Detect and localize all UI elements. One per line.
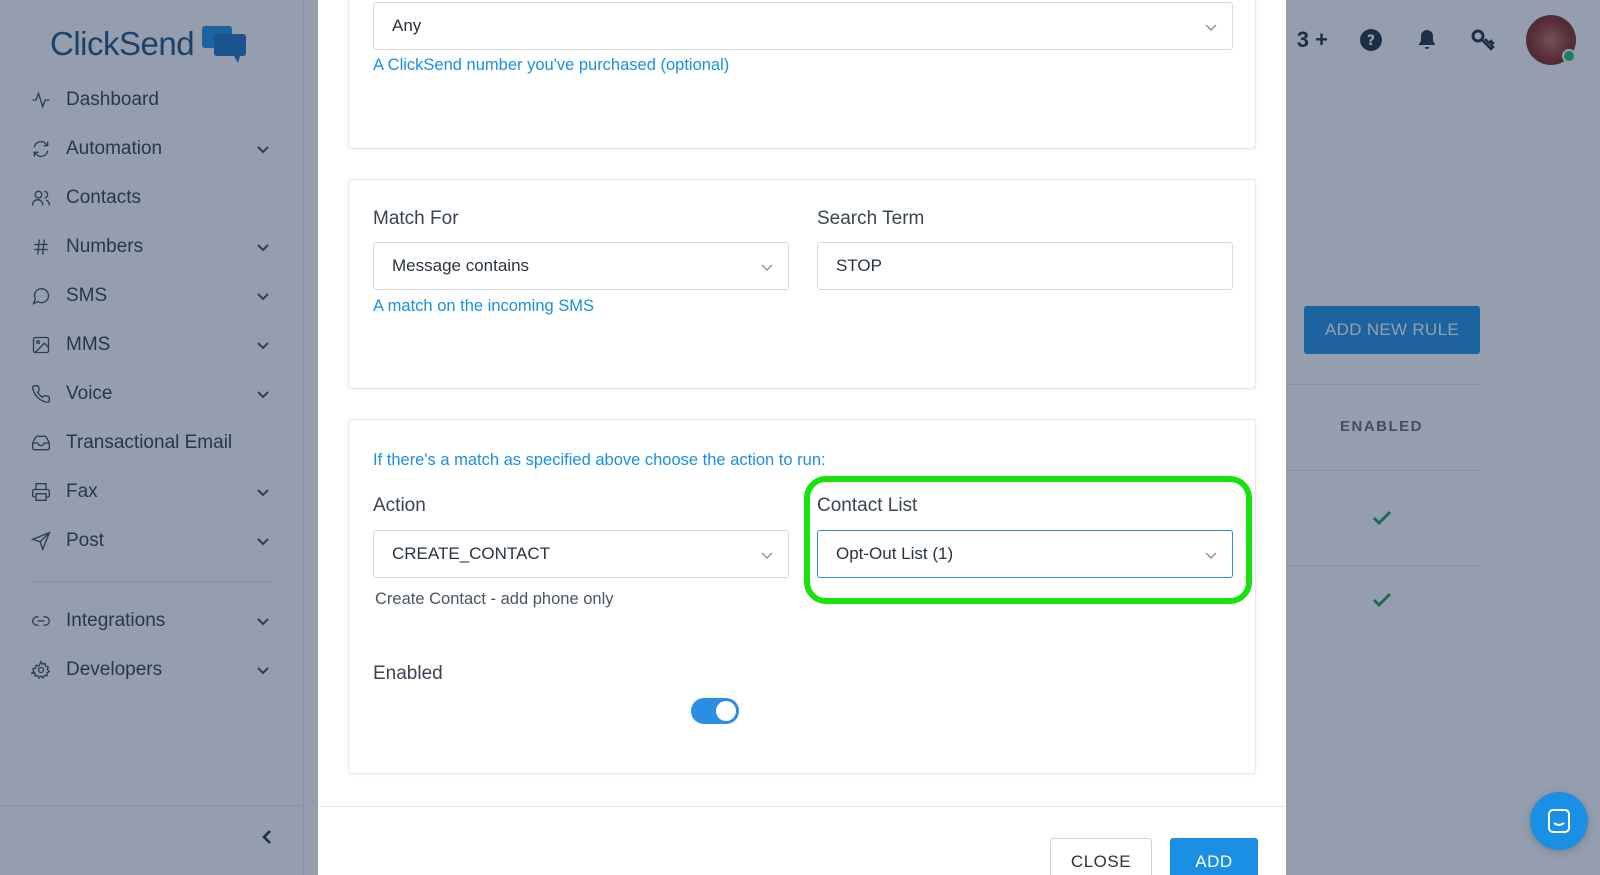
- match-for-label: Match For: [373, 208, 459, 229]
- dedicated-number-value: Any: [392, 16, 422, 35]
- modal-footer-divider: [318, 806, 1286, 807]
- chat-icon: [1548, 809, 1570, 833]
- close-button[interactable]: CLOSE: [1050, 838, 1152, 875]
- match-for-hint: A match on the incoming SMS: [373, 297, 595, 315]
- search-term-input[interactable]: STOP: [817, 242, 1233, 290]
- chevron-down-icon: [1204, 19, 1218, 33]
- chevron-down-icon: [760, 259, 774, 273]
- dedicated-number-select[interactable]: Any: [373, 2, 1233, 50]
- search-term-value: STOP: [836, 256, 882, 275]
- enabled-toggle[interactable]: [691, 698, 739, 724]
- chat-launcher-button[interactable]: [1530, 792, 1588, 850]
- match-for-select[interactable]: Message contains: [373, 242, 789, 290]
- enabled-label: Enabled: [373, 663, 443, 684]
- action-intro: If there's a match as specified above ch…: [373, 451, 826, 469]
- add-rule-modal: Any A ClickSend number you've purchased …: [318, 0, 1286, 875]
- add-button[interactable]: ADD: [1170, 838, 1258, 875]
- match-section: Match For Message contains A match on th…: [348, 179, 1256, 389]
- action-label: Action: [373, 495, 426, 516]
- dedicated-number-section: Any A ClickSend number you've purchased …: [348, 0, 1256, 149]
- search-term-label: Search Term: [817, 208, 925, 229]
- action-value: CREATE_CONTACT: [392, 544, 551, 563]
- chevron-down-icon: [760, 547, 774, 561]
- action-hint: Create Contact - add phone only: [375, 590, 614, 608]
- match-for-value: Message contains: [392, 256, 530, 275]
- dedicated-number-hint: A ClickSend number you've purchased (opt…: [373, 56, 730, 74]
- action-select[interactable]: CREATE_CONTACT: [373, 530, 789, 578]
- highlight-annotation: [804, 476, 1252, 604]
